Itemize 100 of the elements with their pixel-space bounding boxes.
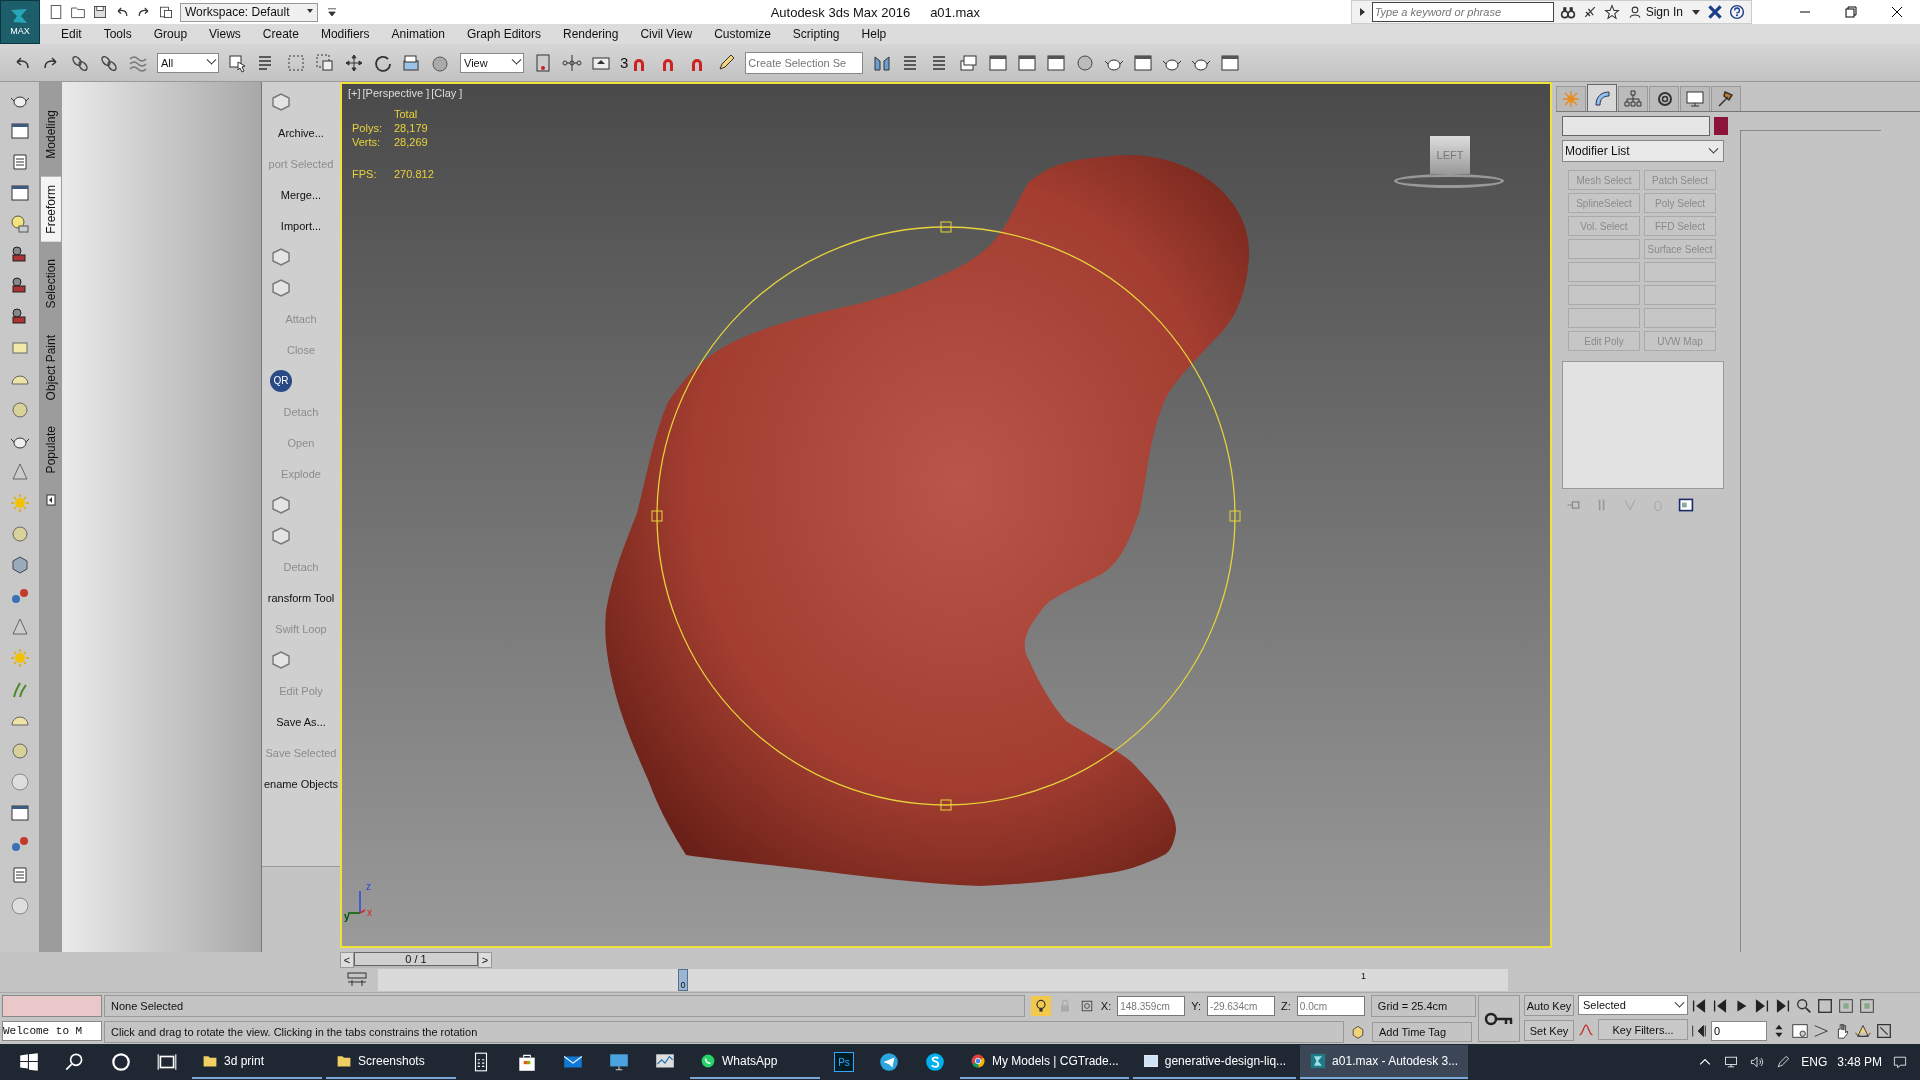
tool-button[interactable]: Merge... — [262, 179, 340, 210]
ball-icon[interactable] — [9, 741, 30, 761]
save-icon[interactable] — [92, 4, 108, 20]
zoom-icon[interactable] — [1795, 997, 1813, 1015]
named-selection-field[interactable]: Create Selection Se — [745, 51, 864, 74]
sign-in-button[interactable]: Sign In — [1625, 5, 1685, 19]
expand-arrow-icon[interactable] — [1357, 7, 1366, 17]
photoshop-icon[interactable]: Ps — [834, 1052, 854, 1072]
ribbon-tab[interactable]: Selection — [41, 251, 61, 317]
go-end-icon[interactable] — [1774, 997, 1792, 1015]
taskbar-app[interactable]: WhatsApp — [690, 1045, 820, 1079]
folder-icon[interactable] — [70, 4, 86, 20]
notification-icon[interactable] — [1892, 1054, 1908, 1070]
workspace-dropdown[interactable]: Workspace: Default — [180, 2, 318, 22]
viewport-label[interactable]: [Perspective ] — [362, 87, 430, 99]
pyramid-icon[interactable] — [9, 617, 30, 637]
viewport-label[interactable]: [Clay ] — [431, 87, 463, 99]
time-slider-thumb[interactable]: 0 / 1 — [354, 952, 478, 966]
cube-icon[interactable] — [270, 649, 292, 670]
window-icon[interactable] — [9, 121, 30, 141]
cube-icon[interactable] — [270, 525, 292, 546]
windows-start-icon[interactable] — [18, 1051, 40, 1073]
molecule-icon[interactable] — [9, 586, 30, 606]
previous-frame-button[interactable]: < — [340, 952, 354, 968]
key-mode-dropdown[interactable]: Selected — [1578, 995, 1688, 1015]
key-icon[interactable] — [1484, 1010, 1514, 1027]
application-button[interactable]: MAX — [0, 0, 40, 44]
ribbon-tab[interactable]: Object Paint — [41, 326, 61, 409]
maxscript-mini-listener[interactable]: Welcome to M — [2, 1021, 102, 1041]
pen-icon[interactable] — [1775, 1054, 1792, 1070]
taskbar-app[interactable]: Screenshots — [326, 1045, 456, 1079]
command-panel-tab[interactable] — [1711, 86, 1741, 111]
tool-button[interactable]: ransform Tool — [262, 582, 340, 613]
task-view-icon[interactable] — [156, 1051, 178, 1073]
timeline-track[interactable]: 0 1 — [378, 969, 1508, 991]
menu-item[interactable]: Rendering — [552, 27, 630, 41]
ribbon-tab[interactable]: Modeling — [41, 102, 61, 167]
menu-item[interactable]: Scripting — [781, 27, 851, 41]
object-color-swatch[interactable] — [1714, 117, 1728, 135]
ribbon-tab[interactable]: Freeform — [41, 176, 61, 242]
speaker-icon[interactable] — [1749, 1054, 1766, 1070]
next-frame-icon[interactable] — [1753, 997, 1771, 1015]
coordinate-field[interactable]: -29.634cm — [1207, 996, 1276, 1016]
previous-frame-icon[interactable] — [1711, 997, 1729, 1015]
command-panel-tab[interactable] — [1587, 84, 1617, 111]
viewport-label[interactable]: [+] — [348, 87, 361, 99]
modifier-list-dropdown[interactable]: Modifier List — [1562, 140, 1724, 162]
maxscript-listener-field[interactable] — [2, 995, 102, 1017]
menu-item[interactable]: Customize — [703, 27, 782, 41]
pencil-icon[interactable] — [716, 52, 737, 73]
nodes-icon[interactable] — [562, 52, 582, 73]
menu-item[interactable]: Edit — [50, 27, 93, 41]
set-key-button[interactable]: Set Key — [1524, 1020, 1574, 1041]
frame-window-icon[interactable] — [1220, 52, 1241, 73]
menu-item[interactable]: Views — [198, 27, 252, 41]
cube-icon[interactable] — [270, 277, 292, 298]
tool-button[interactable]: Archive... — [262, 117, 340, 148]
next-frame-button[interactable]: > — [478, 952, 492, 968]
command-panel-tab[interactable] — [1649, 86, 1679, 111]
cube-icon[interactable] — [270, 91, 292, 112]
layers-icon[interactable] — [959, 52, 980, 73]
tool-button[interactable]: Save As... — [262, 706, 340, 737]
cone-icon[interactable] — [9, 462, 30, 482]
clay-sculpture-drawing[interactable] — [605, 155, 1249, 886]
command-panel-tab[interactable] — [1618, 86, 1648, 111]
selection-filter-dropdown[interactable]: All — [157, 52, 219, 73]
circle-icon[interactable] — [110, 1051, 132, 1073]
add-time-tag-button[interactable]: Add Time Tag — [1372, 1022, 1472, 1042]
taskbar-app[interactable]: 3d print — [192, 1045, 322, 1079]
dashed-square-icon[interactable] — [286, 52, 306, 73]
go-start-icon[interactable] — [1690, 997, 1708, 1015]
new-file-icon[interactable] — [48, 4, 64, 20]
menu-item[interactable]: Tools — [92, 27, 143, 41]
disc-icon[interactable] — [9, 524, 30, 544]
clock[interactable]: 3:48 PM — [1837, 1055, 1882, 1069]
tool-button[interactable]: ename Objects — [262, 768, 340, 799]
menu-item[interactable]: Create — [251, 27, 310, 41]
select-cursor-icon[interactable] — [228, 52, 248, 73]
frame-marker[interactable]: 0 — [678, 969, 688, 991]
menu-item[interactable]: Help — [850, 27, 898, 41]
cube-icon[interactable] — [1350, 1024, 1366, 1040]
exchange-icon[interactable] — [1707, 4, 1723, 20]
chat-s-icon[interactable] — [924, 1051, 946, 1073]
current-frame-field[interactable]: 0 — [1711, 1021, 1767, 1041]
computer-icon[interactable] — [608, 1051, 630, 1073]
cube-icon[interactable] — [270, 246, 292, 267]
tool-button[interactable]: Import... — [262, 210, 340, 241]
auto-key-button[interactable]: Auto Key — [1524, 995, 1574, 1016]
menu-item[interactable]: Group — [142, 27, 199, 41]
input-language[interactable]: ENG — [1801, 1055, 1828, 1069]
key-filters-button[interactable]: Key Filters... — [1598, 1019, 1688, 1040]
menu-item[interactable]: Civil View — [629, 27, 704, 41]
isolate-toggle[interactable] — [1031, 996, 1051, 1016]
paper-plane-icon[interactable] — [878, 1051, 900, 1073]
cube-icon[interactable] — [270, 494, 292, 515]
bulb-icon[interactable] — [9, 214, 30, 234]
perspective-viewport[interactable]: [+] [Perspective ] [Clay ] Total Polys: 28,179 Verts: 28,269 FPS: 270.812 LEFT z y x — [340, 82, 1552, 948]
sphere-icon[interactable] — [9, 772, 30, 792]
menu-item[interactable]: Graph Editors — [455, 27, 552, 41]
menu-item[interactable]: Modifiers — [309, 27, 381, 41]
